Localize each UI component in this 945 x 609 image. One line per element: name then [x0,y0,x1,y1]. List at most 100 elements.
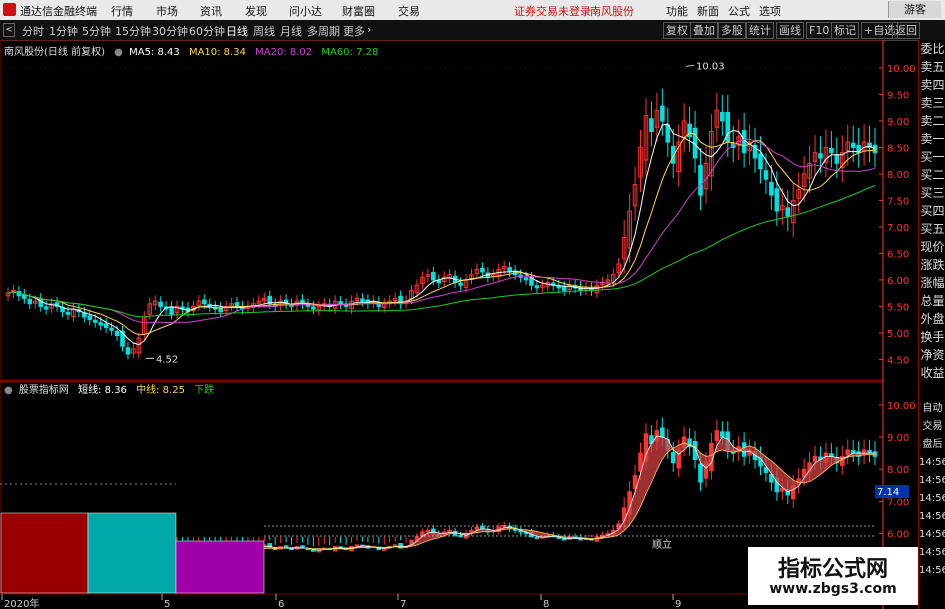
candle-body [758,153,763,170]
main-y-tick-label: 4.50 [887,355,909,366]
period-15min[interactable]: 15分钟 [115,23,151,39]
low-label: 4.52 [156,354,178,365]
trade-login-notice[interactable]: 证券交易未登录 [514,3,591,19]
period-day[interactable]: 日线 [226,23,248,39]
tool-tongji[interactable]: 统计 [746,22,774,39]
guest-button[interactable]: 游客 [888,1,941,18]
menu-zixun[interactable]: 资讯 [200,3,222,19]
quote-label [919,382,945,400]
main-y-tick-label: 8.50 [887,143,909,154]
candle-body [834,154,840,164]
candle-body [725,111,731,143]
quote-label: 收益 [920,366,945,380]
candle-body [818,153,823,159]
app-logo-icon [3,3,16,16]
ma5-line [7,123,876,346]
candle-body [774,188,780,212]
candle-body [480,267,485,273]
quote-label: 外盘 [920,312,945,326]
period-week[interactable]: 周线 [253,23,275,39]
menu-bar: 通达信金融终端 行情 市场 资讯 发现 问小达 财富圈 交易 证券交易未登录 南… [0,0,945,21]
quote-label: 14:56 [919,475,945,486]
notice-stock-name[interactable]: 南风股份 [590,3,634,19]
app-title: 通达信金融终端 [20,5,97,18]
main-y-tick-label: 6.50 [887,249,909,260]
sub-candle-body [425,529,431,533]
main-y-tick-label: 6.00 [887,276,909,287]
candle-body [561,286,567,291]
tool-fuquan[interactable]: 复权 [663,22,691,39]
candle-body [534,285,540,289]
period-month[interactable]: 月线 [280,23,302,39]
quote-label: 14:56 [919,493,945,504]
tool-biaoji[interactable]: 标记 [831,22,859,39]
period-5min[interactable]: 5分钟 [82,23,111,39]
candle-body [785,207,791,217]
candle-body [850,142,856,148]
period-60min[interactable]: 60分钟 [189,23,225,39]
sub-candle-body [714,430,720,442]
candle-body [158,301,163,307]
quote-label: 总量 [920,294,945,308]
watermark-logo: 指标公式网 www.zbgs3.com [748,547,918,605]
candle-body [27,299,33,305]
menu-xuanxiang[interactable]: 选项 [759,3,781,19]
quote-label: 涨幅 [920,276,945,290]
ma60-line [7,185,876,318]
tool-huaxian[interactable]: 画线 [776,22,804,39]
block-teal [87,512,177,594]
main-y-tick-label: 9.50 [887,90,909,101]
collapse-left-icon[interactable]: < [3,23,15,37]
menu-jiaoyi[interactable]: 交易 [398,3,420,19]
high-marker [685,64,695,67]
tool-diejia[interactable]: 叠加 [690,22,718,39]
menu-hangqing[interactable]: 行情 [111,3,133,19]
quote-label: 净资 [920,348,945,362]
tool-fanhui[interactable]: 返回 [892,22,920,39]
period-multi[interactable]: 多周期 [307,23,340,39]
menu-faxian[interactable]: 发现 [245,3,267,19]
quote-label: 卖四 [920,78,945,92]
menu-shichang[interactable]: 市场 [156,3,178,19]
main-y-tick-label: 5.50 [887,302,909,313]
period-fenshi[interactable]: 分时 [22,23,44,39]
sub-y-tick-label: 10.00 [887,401,916,412]
ma10-line [7,132,876,336]
period-more[interactable]: 更多 [343,23,365,39]
more-arrow-icon[interactable]: › [367,23,371,36]
menu-gongshi[interactable]: 公式 [728,3,750,19]
sub-candle-body [812,455,818,462]
main-y-tick-label: 5.00 [887,329,909,340]
candle-body [431,271,436,281]
menu-xinmian[interactable]: 新面 [697,3,719,19]
x-tick-label: 5 [164,599,170,609]
candle-body [125,347,131,355]
quote-label: 交易 [922,421,943,432]
candle-body [872,144,878,154]
quote-label: 委比 [920,42,945,56]
main-y-axis: 10.00 9.50 9.00 8.50 8.00 7.50 7.00 6.50 6.00 5.5… [879,64,916,366]
candle-body [660,105,665,122]
candle-body [458,282,463,286]
quote-label: 买三 [920,186,945,200]
menu-gongneng[interactable]: 功能 [666,3,688,19]
candle-body [769,181,774,196]
period-30min[interactable]: 30分钟 [152,23,188,39]
menu-wenxiaoda[interactable]: 问小达 [289,3,322,19]
right-quote-panel: 委比 卖五 卖四 卖三 卖二 卖一 买一 买二 买三 买四 买五 现价 涨跌 涨幅 总量 外盘 换手 净资 收益 自动… [918,40,945,609]
quote-label: 盘后 [922,439,943,450]
quote-label: 卖一 [920,132,945,146]
candle-body [218,307,223,313]
candle-body [43,306,49,310]
candle-body [338,301,343,305]
moving-averages [7,123,876,346]
tool-duogu[interactable]: 多股 [718,22,746,39]
menu-caifuquan[interactable]: 财富圈 [342,3,375,19]
candle-body [109,327,114,331]
kline-chart[interactable]: 10.00 9.50 9.00 8.50 8.00 7.50 7.00 6.50 6.00 5.5… [0,40,918,609]
period-1min[interactable]: 1分钟 [49,23,78,39]
tool-f10[interactable]: F10 [806,22,833,39]
sub-candle-body [845,449,851,456]
candle-body [698,164,703,196]
quote-label: 现价 [920,240,945,254]
